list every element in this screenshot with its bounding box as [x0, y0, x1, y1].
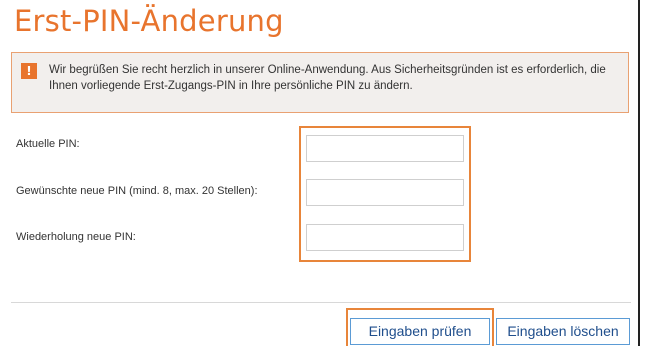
page-title: Erst-PIN-Änderung	[14, 4, 284, 38]
info-notice-text: Wir begrüßen Sie recht herzlich in unser…	[49, 64, 606, 92]
clear-inputs-button[interactable]: Eingaben löschen	[496, 318, 630, 345]
current-pin-input[interactable]	[306, 135, 464, 162]
repeat-pin-label: Wiederholung neue PIN:	[16, 231, 136, 243]
form-separator	[11, 302, 631, 303]
current-pin-label: Aktuelle PIN:	[16, 138, 80, 150]
warning-exclamation-icon: !	[21, 63, 37, 79]
repeat-pin-input[interactable]	[306, 224, 464, 251]
check-inputs-button[interactable]: Eingaben prüfen	[350, 318, 490, 345]
new-pin-input[interactable]	[306, 179, 464, 206]
info-notice: ! Wir begrüßen Sie recht herzlich in uns…	[11, 52, 629, 113]
new-pin-label: Gewünschte neue PIN (mind. 8, max. 20 St…	[16, 185, 258, 197]
window-right-border	[638, 0, 640, 346]
